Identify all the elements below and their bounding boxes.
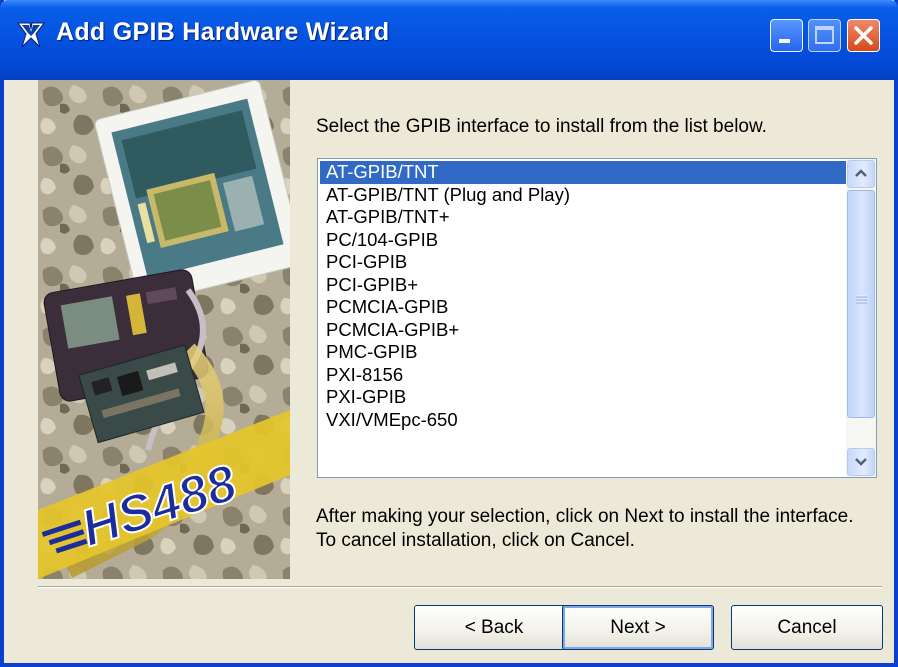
vertical-scrollbar[interactable] — [846, 159, 876, 477]
list-item[interactable]: PCI-GPIB+ — [320, 274, 848, 297]
scroll-down-button[interactable] — [847, 448, 875, 476]
minimize-icon — [779, 39, 790, 43]
grip-icon — [856, 295, 867, 304]
list-item[interactable]: AT-GPIB/TNT — [320, 161, 848, 184]
cancel-button[interactable]: Cancel — [731, 605, 883, 650]
list-item[interactable]: AT-GPIB/TNT (Plug and Play) — [320, 184, 848, 207]
list-item[interactable]: PCMCIA-GPIB+ — [320, 319, 848, 342]
list-item[interactable]: PCMCIA-GPIB — [320, 296, 848, 319]
next-button[interactable]: Next > — [562, 605, 714, 650]
close-icon — [854, 26, 873, 45]
scroll-up-button[interactable] — [847, 160, 875, 188]
list-item[interactable]: PXI-8156 — [320, 364, 848, 387]
list-item[interactable]: PXI-GPIB — [320, 386, 848, 409]
interface-listbox[interactable]: AT-GPIB/TNT AT-GPIB/TNT (Plug and Play) AT… — [317, 158, 877, 478]
instruction-text: Select the GPIB interface to install fro… — [316, 116, 767, 137]
title-bar[interactable]: Add GPIB Hardware Wizard — [0, 0, 898, 80]
maximize-button[interactable] — [808, 19, 841, 52]
wizard-graphic: HS488 — [38, 80, 290, 579]
list-item[interactable]: PC/104-GPIB — [320, 229, 848, 252]
interface-list[interactable]: AT-GPIB/TNT AT-GPIB/TNT (Plug and Play) AT… — [320, 161, 848, 431]
ni-eagle-icon — [17, 22, 45, 48]
gpib-hardware-illustration: HS488 — [38, 80, 290, 579]
separator — [38, 586, 882, 588]
list-item[interactable]: PCI-GPIB — [320, 251, 848, 274]
chevron-down-icon — [855, 458, 867, 466]
list-item[interactable]: AT-GPIB/TNT+ — [320, 206, 848, 229]
list-item[interactable]: PMC-GPIB — [320, 341, 848, 364]
chevron-up-icon — [855, 169, 867, 177]
scroll-thumb[interactable] — [847, 190, 875, 418]
footnote-text: After making your selection, click on Ne… — [316, 506, 854, 551]
back-button[interactable]: < Back — [414, 605, 574, 650]
close-button[interactable] — [847, 19, 880, 52]
wizard-window: Add GPIB Hardware Wizard HS488 Select th… — [0, 0, 898, 667]
minimize-button[interactable] — [770, 19, 803, 52]
list-item[interactable]: VXI/VMEpc-650 — [320, 409, 848, 432]
maximize-icon — [815, 26, 834, 44]
window-title: Add GPIB Hardware Wizard — [56, 18, 390, 46]
